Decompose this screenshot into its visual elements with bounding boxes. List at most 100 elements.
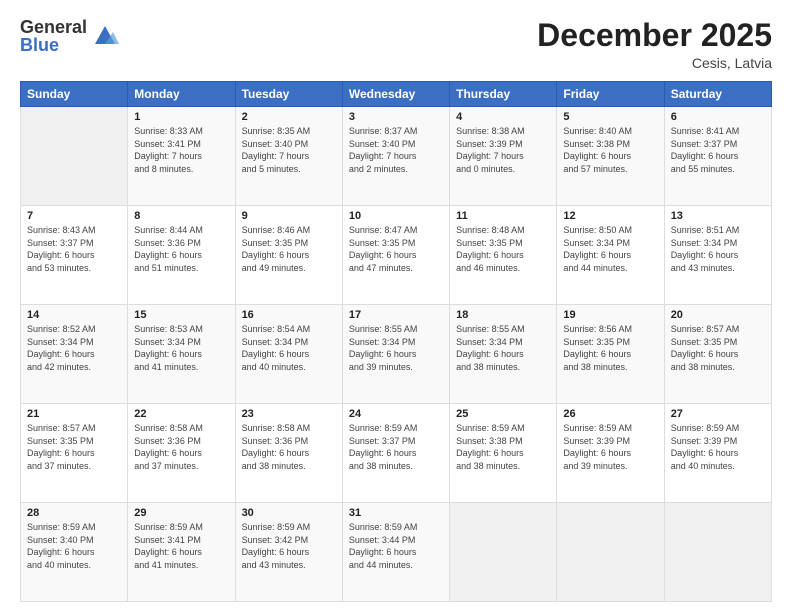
calendar-cell (21, 107, 128, 206)
day-info: Sunrise: 8:58 AM Sunset: 3:36 PM Dayligh… (134, 422, 228, 472)
day-number: 10 (349, 210, 443, 222)
day-info: Sunrise: 8:59 AM Sunset: 3:40 PM Dayligh… (27, 521, 121, 571)
day-number: 31 (349, 507, 443, 519)
calendar-cell: 10Sunrise: 8:47 AM Sunset: 3:35 PM Dayli… (342, 206, 449, 305)
day-of-week-header: Sunday (21, 82, 128, 107)
calendar-cell: 25 Sunrise: 8:59 AM Sunset: 3:38 PM Dayli… (450, 404, 557, 503)
calendar-cell (664, 503, 771, 602)
day-info: Sunrise: 8:41 AM Sunset: 3:37 PM Dayligh… (671, 125, 765, 175)
calendar-cell: 28 Sunrise: 8:59 AM Sunset: 3:40 PM Dayli… (21, 503, 128, 602)
day-number: 22 (134, 408, 228, 420)
day-info: Sunrise: 8:52 AM Sunset: 3:34 PM Dayligh… (27, 323, 121, 373)
title-block: December 2025 Cesis, Latvia (537, 18, 772, 71)
calendar-cell: 14 Sunrise: 8:52 AM Sunset: 3:34 PM Dayli… (21, 305, 128, 404)
calendar-cell: 18Sunrise: 8:55 AM Sunset: 3:34 PM Dayli… (450, 305, 557, 404)
calendar-cell: 24Sunrise: 8:59 AM Sunset: 3:37 PM Dayli… (342, 404, 449, 503)
day-number: 18 (456, 309, 550, 321)
calendar-cell: 9 Sunrise: 8:46 AM Sunset: 3:35 PM Daylig… (235, 206, 342, 305)
day-of-week-header: Saturday (664, 82, 771, 107)
logo: General Blue (20, 18, 119, 54)
day-number: 21 (27, 408, 121, 420)
day-info: Sunrise: 8:59 AM Sunset: 3:39 PM Dayligh… (563, 422, 657, 472)
day-number: 11 (456, 210, 550, 222)
calendar-cell (557, 503, 664, 602)
day-number: 14 (27, 309, 121, 321)
calendar-cell: 1 Sunrise: 8:33 AM Sunset: 3:41 PM Daylig… (128, 107, 235, 206)
calendar-week-row: 7 Sunrise: 8:43 AM Sunset: 3:37 PM Daylig… (21, 206, 772, 305)
day-info: Sunrise: 8:43 AM Sunset: 3:37 PM Dayligh… (27, 224, 121, 274)
day-of-week-header: Friday (557, 82, 664, 107)
day-info: Sunrise: 8:58 AM Sunset: 3:36 PM Dayligh… (242, 422, 336, 472)
calendar-cell: 13 Sunrise: 8:51 AM Sunset: 3:34 PM Dayli… (664, 206, 771, 305)
day-number: 23 (242, 408, 336, 420)
calendar-cell: 23 Sunrise: 8:58 AM Sunset: 3:36 PM Dayli… (235, 404, 342, 503)
day-info: Sunrise: 8:51 AM Sunset: 3:34 PM Dayligh… (671, 224, 765, 274)
calendar-table: SundayMondayTuesdayWednesdayThursdayFrid… (20, 81, 772, 602)
calendar-cell: 12Sunrise: 8:50 AM Sunset: 3:34 PM Dayli… (557, 206, 664, 305)
day-number: 29 (134, 507, 228, 519)
calendar-cell: 31 Sunrise: 8:59 AM Sunset: 3:44 PM Dayli… (342, 503, 449, 602)
calendar-cell: 22 Sunrise: 8:58 AM Sunset: 3:36 PM Dayli… (128, 404, 235, 503)
day-info: Sunrise: 8:59 AM Sunset: 3:41 PM Dayligh… (134, 521, 228, 571)
calendar-cell: 17 Sunrise: 8:55 AM Sunset: 3:34 PM Dayli… (342, 305, 449, 404)
calendar-cell: 30Sunrise: 8:59 AM Sunset: 3:42 PM Dayli… (235, 503, 342, 602)
calendar-cell: 26 Sunrise: 8:59 AM Sunset: 3:39 PM Dayli… (557, 404, 664, 503)
calendar-cell: 6 Sunrise: 8:41 AM Sunset: 3:37 PM Daylig… (664, 107, 771, 206)
day-number: 1 (134, 111, 228, 123)
day-of-week-header: Thursday (450, 82, 557, 107)
day-number: 13 (671, 210, 765, 222)
day-number: 12 (563, 210, 657, 222)
location: Cesis, Latvia (537, 55, 772, 71)
day-number: 8 (134, 210, 228, 222)
calendar-cell: 19Sunrise: 8:56 AM Sunset: 3:35 PM Dayli… (557, 305, 664, 404)
day-number: 6 (671, 111, 765, 123)
day-number: 27 (671, 408, 765, 420)
calendar-cell: 3 Sunrise: 8:37 AM Sunset: 3:40 PM Daylig… (342, 107, 449, 206)
day-info: Sunrise: 8:46 AM Sunset: 3:35 PM Dayligh… (242, 224, 336, 274)
day-info: Sunrise: 8:57 AM Sunset: 3:35 PM Dayligh… (27, 422, 121, 472)
calendar-cell: 15 Sunrise: 8:53 AM Sunset: 3:34 PM Dayli… (128, 305, 235, 404)
day-info: Sunrise: 8:57 AM Sunset: 3:35 PM Dayligh… (671, 323, 765, 373)
day-number: 26 (563, 408, 657, 420)
day-info: Sunrise: 8:37 AM Sunset: 3:40 PM Dayligh… (349, 125, 443, 175)
day-number: 28 (27, 507, 121, 519)
day-number: 17 (349, 309, 443, 321)
day-number: 2 (242, 111, 336, 123)
calendar-cell: 11 Sunrise: 8:48 AM Sunset: 3:35 PM Dayli… (450, 206, 557, 305)
calendar-cell: 20Sunrise: 8:57 AM Sunset: 3:35 PM Dayli… (664, 305, 771, 404)
day-number: 5 (563, 111, 657, 123)
day-number: 30 (242, 507, 336, 519)
day-of-week-header: Wednesday (342, 82, 449, 107)
day-of-week-header: Tuesday (235, 82, 342, 107)
day-number: 15 (134, 309, 228, 321)
day-number: 9 (242, 210, 336, 222)
day-info: Sunrise: 8:55 AM Sunset: 3:34 PM Dayligh… (349, 323, 443, 373)
day-number: 25 (456, 408, 550, 420)
calendar-cell: 8Sunrise: 8:44 AM Sunset: 3:36 PM Daylig… (128, 206, 235, 305)
calendar-cell: 21 Sunrise: 8:57 AM Sunset: 3:35 PM Dayli… (21, 404, 128, 503)
day-info: Sunrise: 8:54 AM Sunset: 3:34 PM Dayligh… (242, 323, 336, 373)
day-number: 3 (349, 111, 443, 123)
day-number: 7 (27, 210, 121, 222)
calendar-cell: 27 Sunrise: 8:59 AM Sunset: 3:39 PM Dayli… (664, 404, 771, 503)
day-number: 4 (456, 111, 550, 123)
calendar-cell: 5 Sunrise: 8:40 AM Sunset: 3:38 PM Daylig… (557, 107, 664, 206)
calendar-week-row: 21 Sunrise: 8:57 AM Sunset: 3:35 PM Dayli… (21, 404, 772, 503)
calendar-week-row: 28 Sunrise: 8:59 AM Sunset: 3:40 PM Dayli… (21, 503, 772, 602)
day-info: Sunrise: 8:59 AM Sunset: 3:38 PM Dayligh… (456, 422, 550, 472)
month-title: December 2025 (537, 18, 772, 53)
day-info: Sunrise: 8:48 AM Sunset: 3:35 PM Dayligh… (456, 224, 550, 274)
day-info: Sunrise: 8:33 AM Sunset: 3:41 PM Dayligh… (134, 125, 228, 175)
calendar-week-row: 1 Sunrise: 8:33 AM Sunset: 3:41 PM Daylig… (21, 107, 772, 206)
header-row: SundayMondayTuesdayWednesdayThursdayFrid… (21, 82, 772, 107)
calendar-cell: 2Sunrise: 8:35 AM Sunset: 3:40 PM Daylig… (235, 107, 342, 206)
day-number: 19 (563, 309, 657, 321)
day-info: Sunrise: 8:40 AM Sunset: 3:38 PM Dayligh… (563, 125, 657, 175)
logo-text: General Blue (20, 18, 87, 54)
day-info: Sunrise: 8:59 AM Sunset: 3:44 PM Dayligh… (349, 521, 443, 571)
header: General Blue December 2025 Cesis, Latvia (20, 18, 772, 71)
calendar-cell: 16Sunrise: 8:54 AM Sunset: 3:34 PM Dayli… (235, 305, 342, 404)
day-info: Sunrise: 8:53 AM Sunset: 3:34 PM Dayligh… (134, 323, 228, 373)
calendar-cell: 29 Sunrise: 8:59 AM Sunset: 3:41 PM Dayli… (128, 503, 235, 602)
day-info: Sunrise: 8:59 AM Sunset: 3:39 PM Dayligh… (671, 422, 765, 472)
